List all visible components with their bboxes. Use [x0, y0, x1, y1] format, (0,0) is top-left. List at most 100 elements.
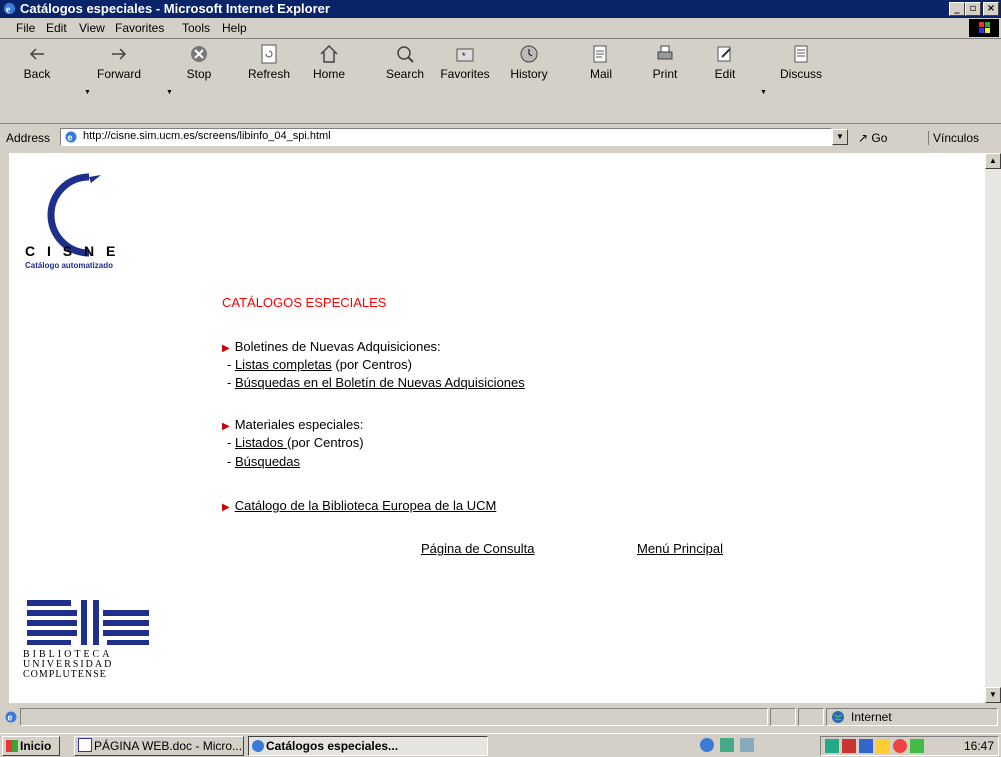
- mail-button[interactable]: Mail: [576, 43, 626, 81]
- search-button[interactable]: Search: [380, 43, 430, 81]
- discuss-icon: [794, 45, 808, 63]
- task-word-label: PÁGINA WEB.doc - Micro...: [94, 739, 243, 753]
- back-button[interactable]: Back: [12, 43, 62, 81]
- forward-label: Forward: [96, 67, 141, 81]
- menu-view[interactable]: View: [79, 21, 105, 35]
- address-label: Address: [6, 131, 51, 145]
- toolbar: Back ▼ Forward ▼ Stop Refresh Home Searc…: [0, 39, 1001, 124]
- busquedas-link[interactable]: Búsquedas: [235, 454, 300, 469]
- address-input[interactable]: e http://cisne.sim.ucm.es/screens/libinf…: [60, 128, 832, 146]
- print-button[interactable]: Print: [640, 43, 690, 81]
- close-button[interactable]: ×: [983, 2, 999, 16]
- search-icon: [397, 46, 414, 63]
- menu-tools[interactable]: Tools: [182, 21, 210, 35]
- address-dropdown-icon[interactable]: ▼: [832, 129, 848, 145]
- task-ie-window[interactable]: Catálogos especiales...: [248, 736, 488, 756]
- desktop-quick-icon[interactable]: [740, 738, 754, 752]
- minimize-button[interactable]: _: [949, 2, 965, 16]
- zone-label: Internet: [851, 710, 892, 724]
- busquedas-boletin-link[interactable]: Búsquedas en el Boletín de Nuevas Adquis…: [235, 375, 525, 390]
- edit-button[interactable]: Edit: [700, 43, 750, 81]
- menu-favorites[interactable]: Favorites: [115, 21, 164, 35]
- menu-help[interactable]: Help: [222, 21, 247, 35]
- svg-text:e: e: [68, 133, 73, 143]
- links-button[interactable]: Vínculos: [928, 131, 979, 145]
- page-heading: CATÁLOGOS ESPECIALES: [222, 295, 387, 310]
- section2-line1: - Listados (por Centros): [227, 435, 364, 450]
- favorites-icon: *: [456, 48, 474, 62]
- search-label: Search: [385, 67, 425, 81]
- vertical-scrollbar[interactable]: ▲ ▼: [985, 153, 1001, 703]
- discuss-button[interactable]: Discuss: [776, 43, 826, 81]
- tray-app-icon[interactable]: [910, 739, 924, 753]
- forward-button[interactable]: Forward: [94, 43, 144, 81]
- page-content: C I S N E Catálogo automatizado CATÁLOGO…: [9, 153, 985, 703]
- refresh-label: Refresh: [247, 67, 291, 81]
- go-label: Go: [871, 131, 888, 145]
- print-label: Print: [652, 67, 678, 81]
- task-word-doc[interactable]: PÁGINA WEB.doc - Micro...: [74, 736, 244, 756]
- tray-icons: [825, 739, 924, 753]
- start-button[interactable]: Inicio: [2, 736, 60, 756]
- scroll-up-icon[interactable]: ▲: [985, 153, 1001, 169]
- biblioteca-line3: COMPLUTENSE: [23, 669, 107, 680]
- outlook-quick-icon[interactable]: [720, 738, 734, 752]
- history-icon: [520, 45, 538, 63]
- tray-app-icon[interactable]: [859, 739, 873, 753]
- cisne-name: C I S N E: [25, 243, 120, 259]
- refresh-icon: [261, 44, 277, 64]
- zone-panel: Internet: [826, 708, 998, 726]
- biblioteca-europea-link[interactable]: Catálogo de la Biblioteca Europea de la …: [235, 498, 497, 513]
- status-message: [20, 708, 768, 726]
- left-frame: [0, 153, 9, 703]
- history-button[interactable]: History: [504, 43, 554, 81]
- scroll-down-icon[interactable]: ▼: [985, 687, 1001, 703]
- biblioteca-logo: BIBLIOTECA UNIVERSIDAD COMPLUTENSE: [23, 598, 163, 683]
- section1-title: ▶ Boletines de Nuevas Adquisiciones:: [222, 339, 441, 354]
- page-status-icon: e: [5, 711, 17, 723]
- menu-file[interactable]: File: [16, 21, 35, 35]
- menu-principal-link[interactable]: Menú Principal: [637, 541, 723, 556]
- pagina-consulta-link[interactable]: Página de Consulta: [421, 541, 534, 556]
- buc-logo-icon: [27, 600, 149, 645]
- tray-app-icon[interactable]: [842, 739, 856, 753]
- section1-line2: - Búsquedas en el Boletín de Nuevas Adqu…: [227, 375, 525, 390]
- listas-completas-link[interactable]: Listas completas: [235, 357, 332, 372]
- section2-title-text: Materiales especiales:: [234, 417, 364, 432]
- edit-dropdown-icon[interactable]: ▼: [760, 89, 767, 96]
- bullet-triangle-icon: ▶: [222, 343, 230, 354]
- svg-text:*: *: [462, 51, 466, 61]
- refresh-button[interactable]: Refresh: [244, 43, 294, 81]
- home-label: Home: [312, 67, 345, 81]
- svg-text:e: e: [8, 713, 13, 723]
- task-ie-label: Catálogos especiales...: [266, 739, 399, 753]
- back-dropdown-icon[interactable]: ▼: [84, 89, 91, 96]
- ie-quick-icon[interactable]: [700, 738, 714, 752]
- printer-icon: [657, 45, 673, 60]
- stop-button[interactable]: Stop: [174, 43, 224, 81]
- stop-icon: [191, 46, 207, 62]
- restore-button[interactable]: ▫: [965, 2, 981, 16]
- tray-app-icon[interactable]: [825, 739, 839, 753]
- forward-arrow-icon: [112, 48, 127, 60]
- home-button[interactable]: Home: [304, 43, 354, 81]
- edit-icon: [717, 46, 731, 62]
- status-segment: [798, 708, 824, 726]
- go-button[interactable]: ↗ Go: [858, 131, 887, 145]
- discuss-label: Discuss: [779, 67, 822, 81]
- tray-app-icon[interactable]: [876, 739, 890, 753]
- listados-link[interactable]: Listados: [235, 435, 287, 450]
- page-icon: e: [65, 131, 77, 143]
- tray-app-icon[interactable]: [893, 739, 907, 753]
- title-bar: e Catálogos especiales - Microsoft Inter…: [0, 0, 1001, 18]
- favorites-button[interactable]: * Favorites: [440, 43, 490, 81]
- cisne-logo: C I S N E Catálogo automatizado: [23, 167, 163, 277]
- clock: 16:47: [963, 739, 994, 753]
- menu-edit[interactable]: Edit: [46, 21, 67, 35]
- forward-dropdown-icon[interactable]: ▼: [166, 89, 173, 96]
- section2-link1-suffix: (por Centros): [287, 435, 364, 450]
- history-label: History: [510, 67, 548, 81]
- section1-title-text: Boletines de Nuevas Adquisiciones:: [234, 339, 441, 354]
- windows-logo-icon: [969, 19, 999, 37]
- section2-title: ▶ Materiales especiales:: [222, 417, 363, 432]
